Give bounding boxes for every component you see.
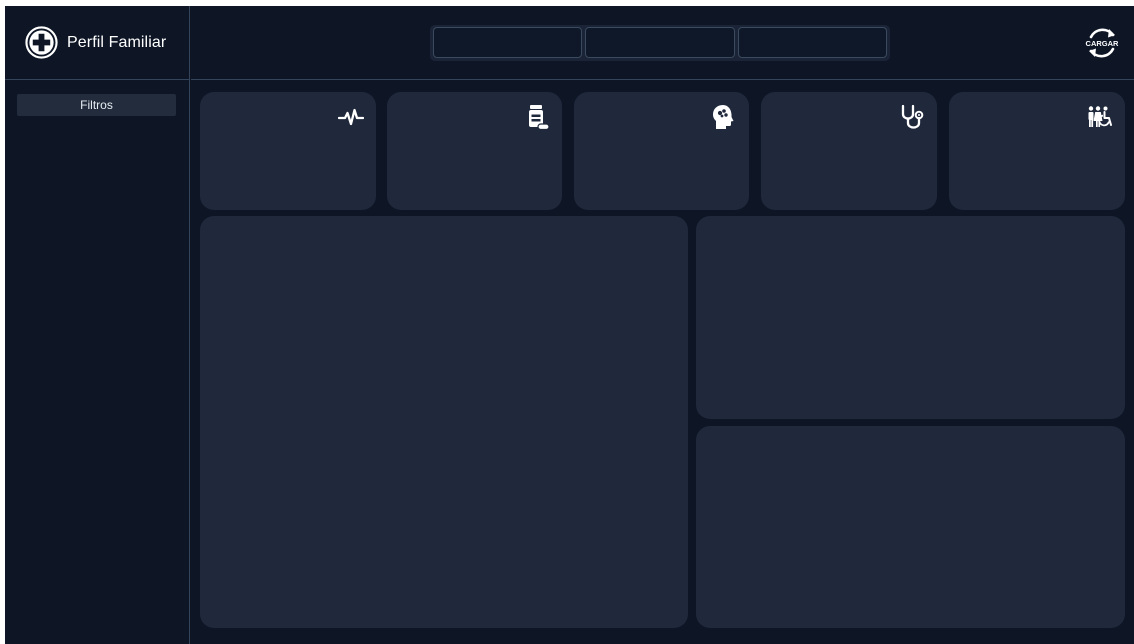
slicer-3[interactable]: [737, 27, 887, 58]
kpi-card-doctor: [761, 92, 937, 210]
heartbeat-icon: [338, 104, 364, 130]
reload-button[interactable]: CARGAR: [1084, 24, 1120, 62]
kpi-card-family: [949, 92, 1125, 210]
stethoscope-icon: [899, 104, 925, 130]
brain-head-icon: [711, 104, 737, 130]
visual-panel-top-right: [696, 216, 1125, 419]
visual-panel-main: [200, 216, 688, 628]
top-header: CARGAR: [191, 6, 1134, 80]
slicer-2[interactable]: [585, 27, 735, 58]
medicine-bottle-icon: [524, 104, 550, 130]
sidebar: Perfil Familiar Filtros: [5, 6, 190, 644]
dashboard-app: Perfil Familiar Filtros CARGAR: [5, 6, 1134, 644]
kpi-card-medicine: [387, 92, 562, 210]
family-accessibility-icon: [1087, 104, 1113, 130]
refresh-icon: CARGAR: [1086, 28, 1119, 58]
medical-plus-icon: [25, 26, 58, 59]
slicer-group: [430, 25, 890, 61]
visual-panel-bottom-right: [696, 426, 1125, 628]
kpi-card-heart: [200, 92, 376, 210]
reload-label: CARGAR: [1086, 39, 1119, 48]
slicer-1[interactable]: [433, 27, 583, 58]
kpi-card-mental: [574, 92, 749, 210]
app-logo: Perfil Familiar: [5, 6, 190, 80]
filters-button[interactable]: Filtros: [17, 94, 176, 116]
app-title: Perfil Familiar: [67, 33, 167, 51]
